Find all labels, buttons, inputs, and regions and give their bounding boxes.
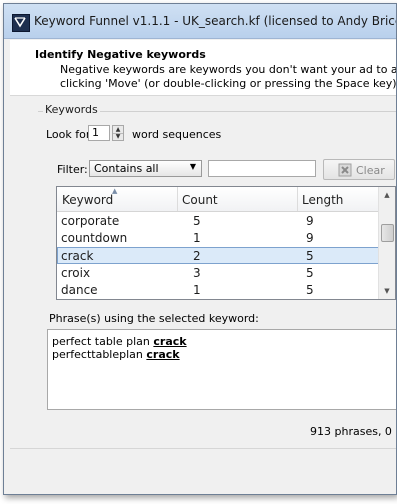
cell-keyword: dance — [61, 283, 98, 297]
phrase-keyword-highlight: crack — [153, 335, 187, 348]
app-icon — [12, 14, 30, 32]
cell-length: 9 — [306, 231, 314, 245]
title-bar[interactable]: Keyword Funnel v1.1.1 - UK_search.kf (li… — [4, 4, 396, 39]
scroll-up-icon[interactable]: ▲ — [379, 187, 395, 203]
cell-length: 9 — [306, 214, 314, 228]
table-row[interactable]: dance 1 5 — [57, 281, 379, 298]
look-for-label: Look for — [46, 128, 91, 141]
cell-length: 5 — [306, 249, 314, 263]
word-sequences-label: word sequences — [132, 128, 222, 141]
phrases-label: Phrase(s) using the selected keyword: — [49, 312, 259, 325]
column-header-count[interactable]: Count — [182, 193, 218, 207]
table-row[interactable]: countdown 1 9 — [57, 229, 379, 246]
clear-x-icon — [338, 163, 352, 177]
filter-mode-value: Contains all — [94, 162, 159, 175]
filter-mode-select[interactable]: Contains all ▼ — [89, 160, 202, 177]
scrollbar-thumb[interactable] — [381, 224, 394, 242]
scroll-down-icon[interactable]: ▼ — [379, 283, 395, 299]
cell-length: 5 — [306, 266, 314, 280]
status-divider — [10, 448, 396, 449]
torn-edge — [397, 0, 407, 504]
cell-keyword: crack — [61, 249, 94, 263]
clear-button-label: Clear — [356, 164, 385, 177]
table-header: ▲ Keyword Count Length — [57, 187, 379, 212]
phrase-item[interactable]: perfecttableplan crack — [52, 348, 180, 361]
column-header-length[interactable]: Length — [302, 193, 343, 207]
cell-count: 5 — [193, 214, 201, 228]
word-count-spin-buttons: ▲ ▼ — [112, 125, 124, 141]
cell-count: 1 — [193, 231, 201, 245]
column-header-keyword[interactable]: Keyword — [62, 193, 113, 207]
chevron-down-icon[interactable]: ▼ — [113, 133, 123, 140]
keywords-table[interactable]: ▲ Keyword Count Length corporate 5 9 cou… — [56, 186, 396, 300]
cell-keyword: croix — [61, 266, 91, 280]
table-row[interactable]: corporate 5 9 — [57, 212, 379, 229]
column-divider[interactable] — [297, 187, 298, 211]
clear-button[interactable]: Clear — [323, 159, 395, 180]
window-title: Keyword Funnel v1.1.1 - UK_search.kf (li… — [34, 14, 396, 28]
word-count-spinbox[interactable]: 1 — [88, 125, 110, 141]
app-window: Keyword Funnel v1.1.1 - UK_search.kf (li… — [3, 3, 397, 495]
cell-length: 5 — [306, 283, 314, 297]
table-scrollbar[interactable]: ▲ ▼ — [378, 187, 395, 299]
table-row-selected[interactable]: crack 2 5 — [57, 247, 379, 264]
page-description-line-2: clicking 'Move' (or double-clicking or p… — [60, 77, 397, 90]
filter-text-input[interactable] — [208, 160, 316, 177]
phrase-item[interactable]: perfect table plan crack — [52, 335, 187, 348]
cell-keyword: corporate — [61, 214, 120, 228]
filter-label: Filter: — [57, 163, 88, 176]
phrase-prefix: perfecttableplan — [52, 348, 147, 361]
keywords-group-label: Keywords — [43, 103, 100, 116]
page-description-line-1: Negative keywords are keywords you don't… — [60, 63, 397, 76]
wizard-header: Identify Negative keywords Negative keyw… — [10, 40, 396, 96]
cell-keyword: countdown — [61, 231, 128, 245]
phrases-list[interactable]: perfect table plan crack perfecttablepla… — [47, 329, 396, 410]
phrase-keyword-highlight: crack — [146, 348, 180, 361]
status-text: 913 phrases, 0 neg — [310, 425, 396, 438]
phrase-prefix: perfect table plan — [52, 335, 154, 348]
cell-count: 2 — [193, 249, 201, 263]
column-divider[interactable] — [177, 187, 178, 211]
table-row[interactable]: croix 3 5 — [57, 264, 379, 281]
page-title: Identify Negative keywords — [35, 48, 206, 61]
cell-count: 1 — [193, 283, 201, 297]
cell-count: 3 — [193, 266, 201, 280]
dropdown-arrow-icon: ▼ — [189, 162, 196, 171]
